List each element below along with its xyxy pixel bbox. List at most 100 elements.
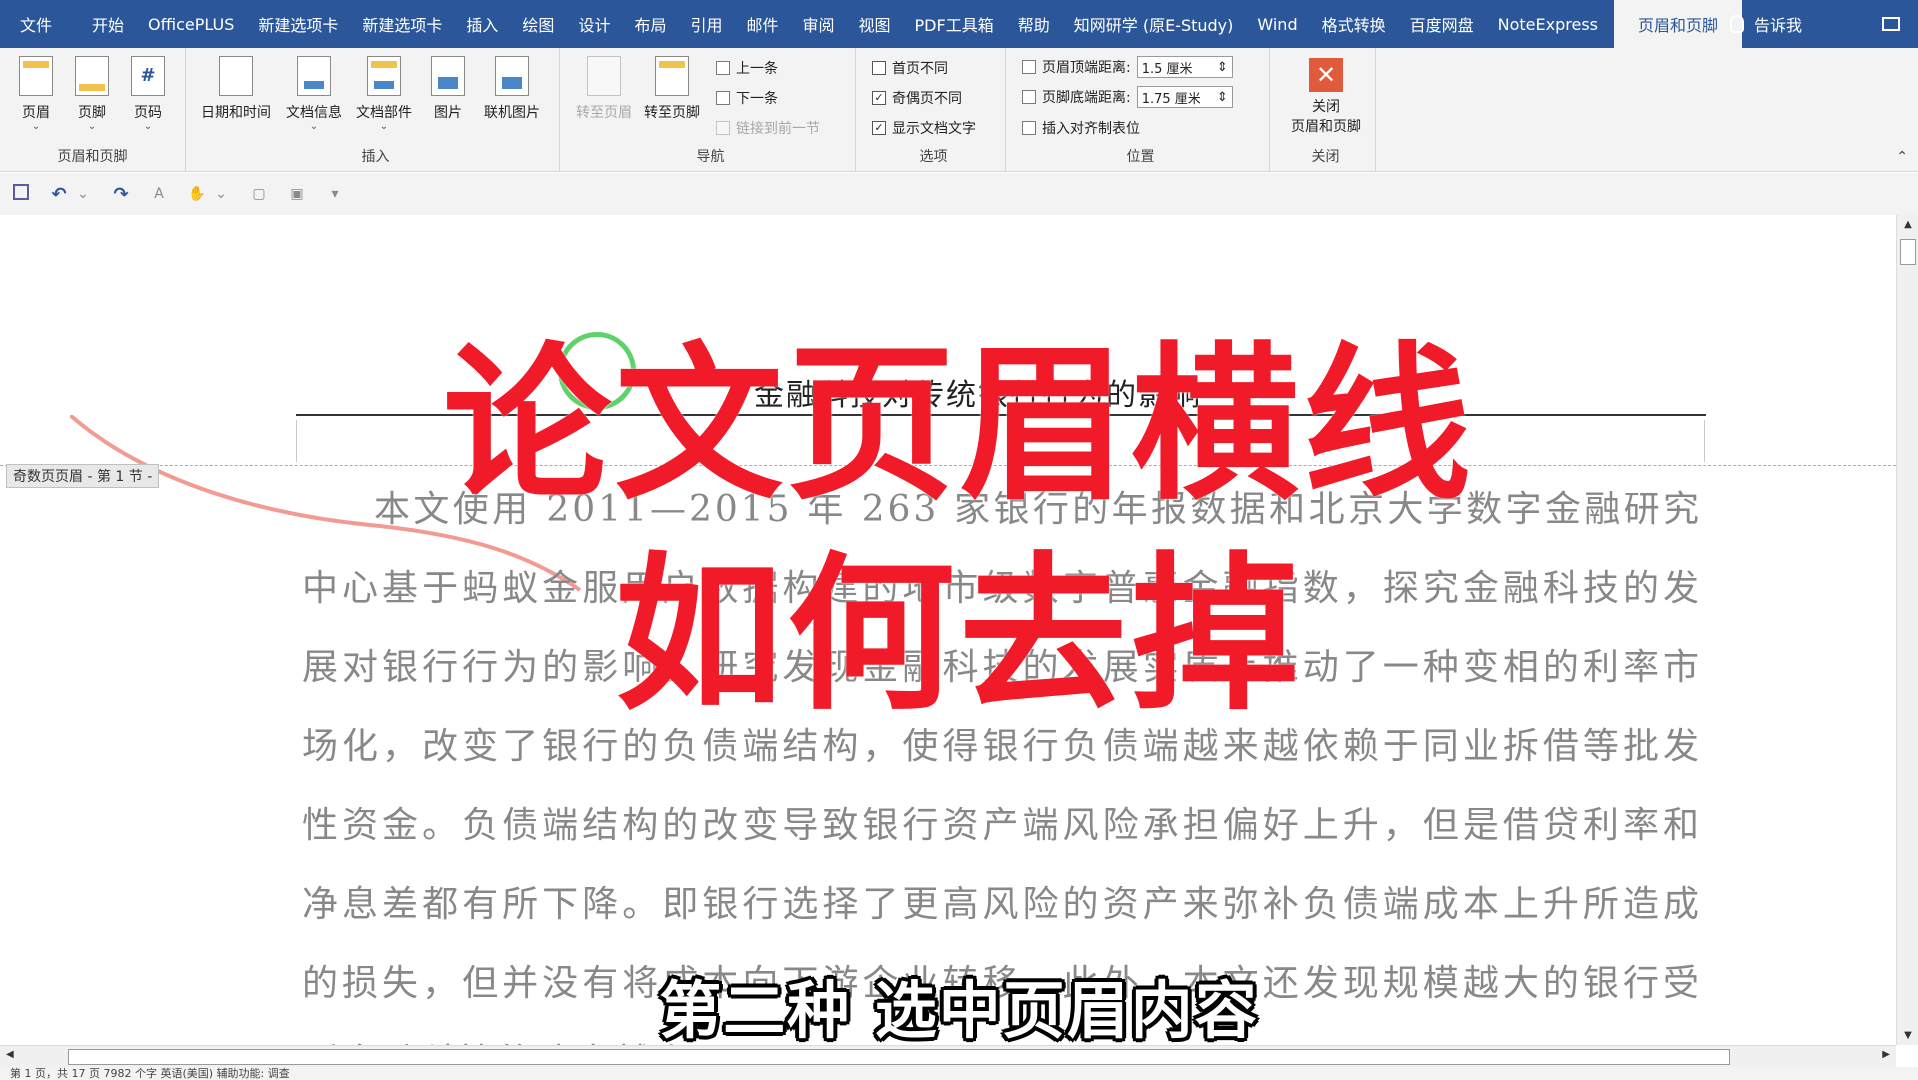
different-odd-even-checkbox[interactable]: ✓ 奇偶页不同: [872, 88, 962, 108]
layout-icon[interactable]: ▣: [286, 186, 308, 202]
tab-design[interactable]: 设计: [566, 0, 622, 48]
header-from-top-label: 页眉顶端距离:: [1042, 60, 1131, 76]
group-label-insert: 插入: [361, 149, 390, 165]
goto-footer-icon: [655, 56, 689, 96]
different-first-page-checkbox[interactable]: 首页不同: [872, 58, 948, 78]
ribbon-tab-bar: 文件 开始 OfficePLUS 新建选项卡 新建选项卡 插入 绘图 设计 布局…: [0, 0, 1918, 48]
spinner-icon[interactable]: ⇕: [1217, 60, 1228, 75]
group-header-footer: 页眉 ⌄ 页脚 ⌄ # 页码 ⌄ 页眉和页脚: [0, 48, 186, 172]
scroll-left-icon[interactable]: ◀: [6, 1049, 14, 1060]
group-navigation: 转至页眉 转至页脚 上一条 下一条 链接到前一节 导航: [566, 48, 856, 172]
word-window: 文件 开始 OfficePLUS 新建选项卡 新建选项卡 插入 绘图 设计 布局…: [0, 0, 1918, 1080]
quick-parts-button[interactable]: 文档部件 ⌄: [352, 56, 416, 132]
touch-mode-icon[interactable]: ✋: [186, 186, 208, 202]
scroll-right-icon[interactable]: ▶: [1882, 1049, 1890, 1060]
touch-dropdown-icon[interactable]: ⌄: [210, 186, 232, 202]
close-label-1: 关闭: [1312, 99, 1340, 115]
tab-custom-1[interactable]: 新建选项卡: [246, 0, 350, 48]
horizontal-scrollbar[interactable]: ◀ ▶: [0, 1045, 1896, 1067]
footer-button-label: 页脚: [78, 105, 106, 121]
tell-me-box[interactable]: 告诉我: [1710, 12, 1822, 36]
page-number-button[interactable]: # 页码 ⌄: [122, 56, 174, 132]
next-button[interactable]: 下一条: [716, 88, 778, 108]
group-label-header-footer: 页眉和页脚: [57, 149, 128, 165]
doc-info-icon: [297, 56, 331, 96]
vertical-scrollbar[interactable]: ▲ ▼: [1896, 215, 1918, 1045]
group-insert: 日期和时间 文档信息 ⌄ 文档部件 ⌄ 图片 联机图片 插入: [192, 48, 560, 172]
print-preview-icon[interactable]: ▢: [248, 186, 270, 202]
date-time-button[interactable]: 日期和时间: [200, 56, 272, 122]
spinner-icon[interactable]: ⇕: [1217, 90, 1228, 105]
goto-footer-label: 转至页脚: [644, 105, 700, 121]
tab-bar-right: 告诉我: [1710, 0, 1918, 48]
customize-qat-icon[interactable]: ▾: [324, 186, 346, 202]
tab-format-convert[interactable]: 格式转换: [1310, 0, 1398, 48]
tab-home[interactable]: 开始: [64, 0, 136, 48]
calendar-icon: [219, 56, 253, 96]
chevron-down-icon: ⌄: [143, 121, 153, 132]
tab-help[interactable]: 帮助: [1006, 0, 1062, 48]
collapse-ribbon-icon[interactable]: ⌃: [1896, 149, 1908, 165]
insert-alignment-tab-label: 插入对齐制表位: [1042, 121, 1140, 137]
link-to-previous-button[interactable]: 链接到前一节: [716, 118, 820, 138]
online-picture-button[interactable]: 联机图片: [478, 56, 546, 122]
checkbox-checked[interactable]: ✓: [872, 91, 886, 105]
undo-icon[interactable]: ↶: [48, 184, 70, 205]
header-button[interactable]: 页眉 ⌄: [10, 56, 62, 132]
group-label-options: 选项: [919, 149, 948, 165]
group-label-navigation: 导航: [696, 149, 725, 165]
overlay-title-line-1: 论文页眉横线: [443, 327, 1475, 523]
previous-label: 上一条: [736, 61, 778, 77]
insert-alignment-tab-button[interactable]: 插入对齐制表位: [1022, 118, 1140, 138]
tab-insert[interactable]: 插入: [454, 0, 510, 48]
tab-officeplus[interactable]: OfficePLUS: [136, 0, 246, 48]
redo-icon[interactable]: ↷: [110, 184, 132, 205]
group-close: ✕ 关闭 页眉和页脚 关闭: [1276, 48, 1376, 172]
footer-from-bottom-label: 页脚底端距离:: [1042, 90, 1131, 106]
quick-parts-label: 文档部件: [356, 105, 412, 121]
tab-estudy[interactable]: 知网研学 (原E-Study): [1062, 0, 1246, 48]
previous-button[interactable]: 上一条: [716, 58, 778, 78]
picture-icon: [431, 56, 465, 96]
tab-mailings[interactable]: 邮件: [734, 0, 790, 48]
tab-pdf-tools[interactable]: PDF工具箱: [903, 0, 1006, 48]
scroll-up-icon[interactable]: ▲: [1897, 219, 1918, 230]
footer-from-bottom-input[interactable]: 1.75 厘米 ⇕: [1136, 86, 1233, 108]
goto-header-label: 转至页眉: [576, 105, 632, 121]
chevron-down-icon: ⌄: [379, 121, 389, 132]
checkbox-unchecked[interactable]: [872, 61, 886, 75]
picture-button[interactable]: 图片: [424, 56, 472, 122]
scroll-down-icon[interactable]: ▼: [1897, 1030, 1918, 1041]
font-size-icon[interactable]: A: [148, 186, 170, 202]
horizontal-scroll-thumb[interactable]: [68, 1049, 1730, 1065]
ribbon-panel: 页眉 ⌄ 页脚 ⌄ # 页码 ⌄ 页眉和页脚 日期和时间 文档信息 ⌄ 文档部件…: [0, 48, 1918, 172]
tab-references[interactable]: 引用: [678, 0, 734, 48]
goto-footer-button[interactable]: 转至页脚: [640, 56, 704, 122]
show-document-text-label: 显示文档文字: [892, 121, 976, 137]
tab-noteexpress[interactable]: NoteExpress: [1486, 0, 1610, 48]
tab-file[interactable]: 文件: [0, 0, 64, 48]
tab-baidu-netdisk[interactable]: 百度网盘: [1398, 0, 1486, 48]
tab-view[interactable]: 视图: [847, 0, 903, 48]
header-from-top-input[interactable]: 1.5 厘米 ⇕: [1136, 56, 1233, 78]
tab-layout[interactable]: 布局: [622, 0, 678, 48]
alignment-tab-icon: [1022, 121, 1036, 135]
overlay-title-line-2: 如何去掉: [615, 537, 1303, 733]
comments-icon[interactable]: [1882, 17, 1900, 31]
tab-wind[interactable]: Wind: [1245, 0, 1309, 48]
tab-review[interactable]: 审阅: [791, 0, 847, 48]
footer-button[interactable]: 页脚 ⌄: [66, 56, 118, 132]
chevron-down-icon: ⌄: [87, 121, 97, 132]
show-document-text-checkbox[interactable]: ✓ 显示文档文字: [872, 118, 976, 138]
save-icon[interactable]: [10, 183, 32, 205]
undo-dropdown-icon[interactable]: ⌄: [72, 186, 94, 202]
tab-custom-2[interactable]: 新建选项卡: [350, 0, 454, 48]
tab-draw[interactable]: 绘图: [510, 0, 566, 48]
checkbox-checked[interactable]: ✓: [872, 121, 886, 135]
goto-header-button[interactable]: 转至页眉: [572, 56, 636, 122]
group-position: 页眉顶端距离: 1.5 厘米 ⇕ 页脚底端距离: 1.75 厘米 ⇕ 插入对齐制表位…: [1012, 48, 1270, 172]
close-header-footer-button[interactable]: ✕ 关闭 页眉和页脚: [1278, 58, 1374, 136]
vertical-scroll-thumb[interactable]: [1900, 239, 1916, 265]
doc-info-button[interactable]: 文档信息 ⌄: [282, 56, 346, 132]
quick-access-toolbar: ↶ ⌄ ↷ A ✋ ⌄ ▢ ▣ ▾: [0, 173, 1918, 215]
